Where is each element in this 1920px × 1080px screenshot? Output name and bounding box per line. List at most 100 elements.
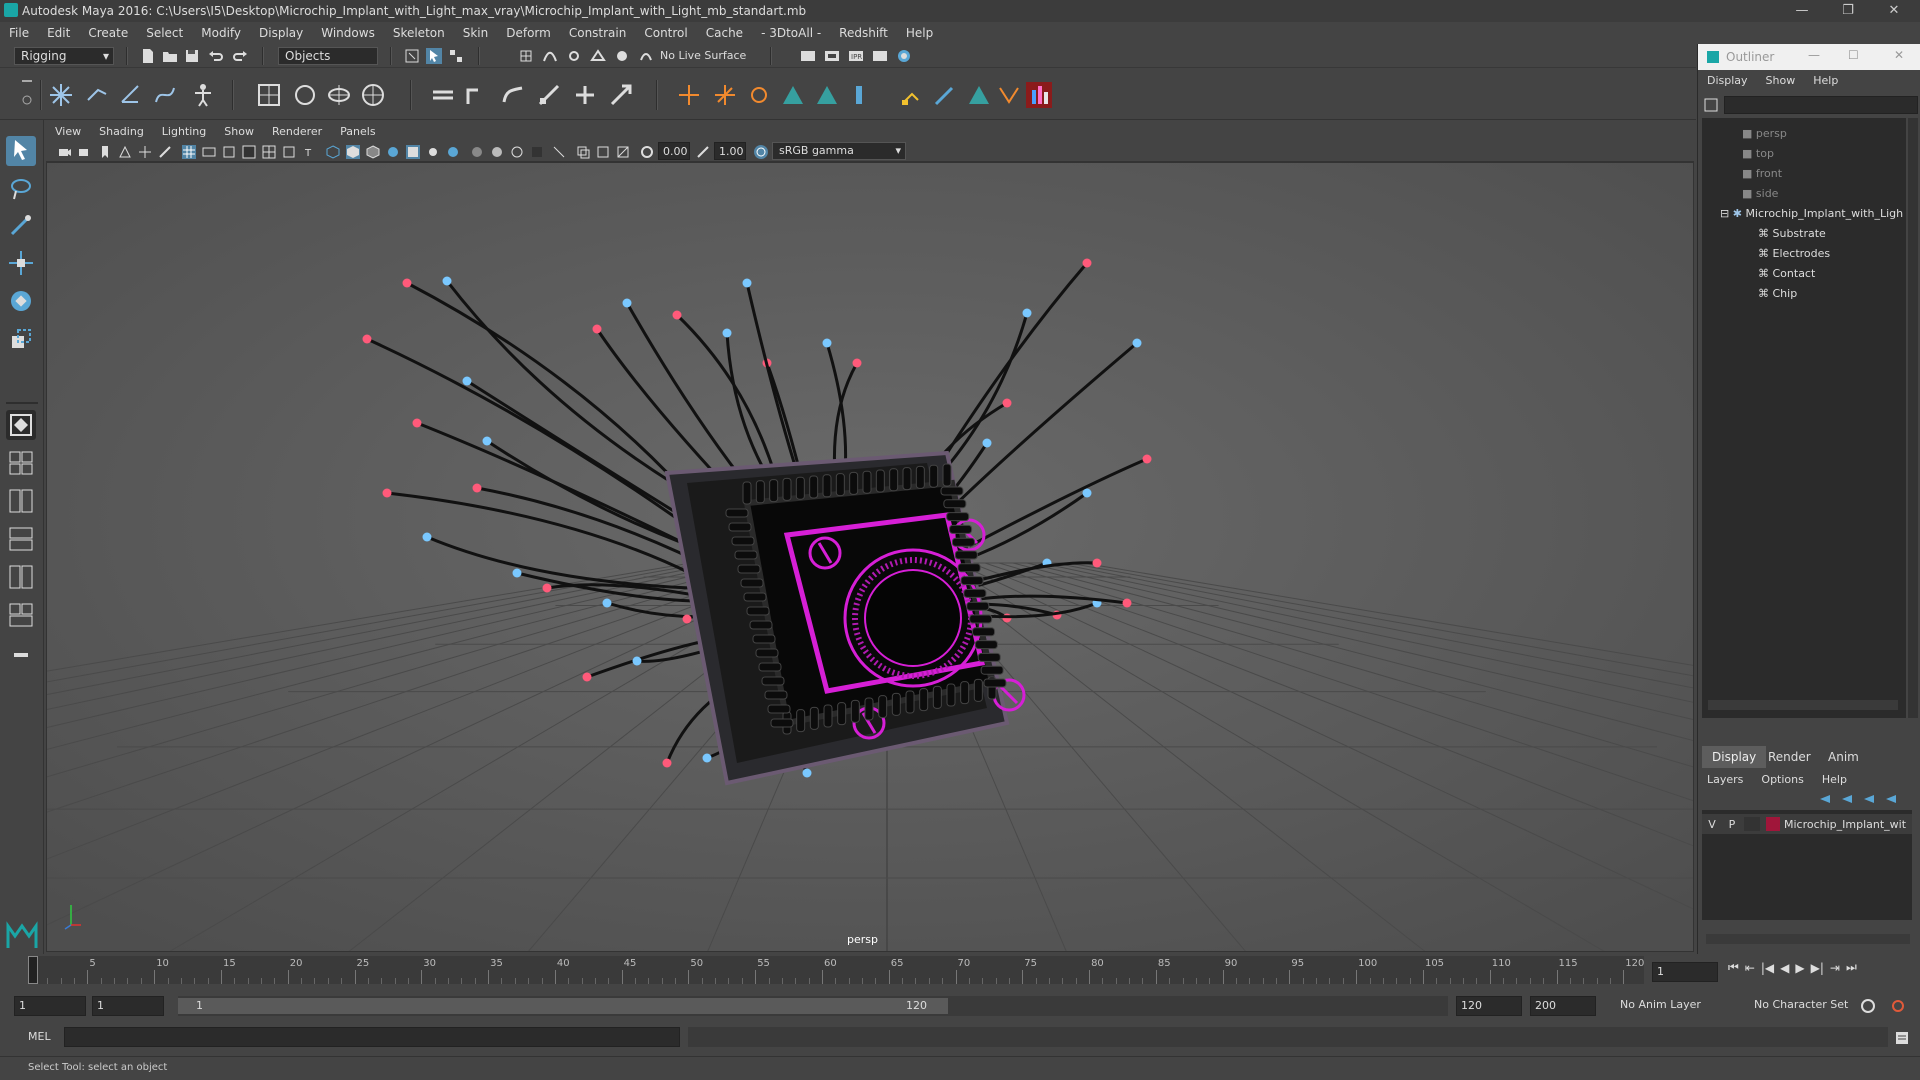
menu-modify[interactable]: Modify [192, 22, 250, 44]
set-driven-key-icon[interactable] [898, 82, 924, 108]
paint-weights-icon[interactable] [536, 82, 562, 108]
layer-menu-options[interactable]: Options [1752, 769, 1812, 791]
menu-control[interactable]: Control [635, 22, 696, 44]
ipr-render-icon[interactable]: IPR [848, 48, 864, 64]
auto-key-icon[interactable] [1860, 998, 1876, 1014]
panel-menu-lighting[interactable]: Lighting [153, 121, 215, 143]
select-object-icon[interactable] [426, 48, 442, 64]
go-to-end-icon[interactable]: ⏭ [1846, 960, 1857, 975]
move-layer-up-icon[interactable] [1818, 792, 1832, 806]
lattice-icon[interactable] [256, 82, 282, 108]
node-editor-icon[interactable] [966, 82, 992, 108]
use-all-lights-icon[interactable] [406, 145, 420, 159]
snap-grid-icon[interactable] [518, 48, 534, 64]
menu-constrain[interactable]: Constrain [560, 22, 636, 44]
gamma-field[interactable]: 1.00 [714, 142, 746, 160]
anim-layer-dropdown[interactable]: No Anim Layer [1620, 998, 1701, 1011]
smooth-shade-icon[interactable] [346, 145, 360, 159]
play-forwards-icon[interactable]: ▶ [1795, 961, 1804, 975]
ik-spline-icon[interactable] [118, 82, 144, 108]
shelf-options-icon[interactable] [20, 76, 34, 112]
parent-constraint-icon[interactable] [780, 82, 806, 108]
exposure-icon[interactable] [640, 145, 654, 159]
tab-render[interactable]: Render [1758, 746, 1821, 768]
outliner-item-microchip-group[interactable]: ⊟ ✱ Microchip_Implant_with_Ligh [1720, 204, 1903, 224]
color-management-icon[interactable] [754, 145, 768, 159]
grid-icon[interactable] [182, 145, 196, 159]
film-gate-icon[interactable] [202, 145, 216, 159]
layer-menu-help[interactable]: Help [1813, 769, 1856, 791]
panel-menu-panels[interactable]: Panels [331, 121, 384, 143]
orient-constraint-icon[interactable] [746, 82, 772, 108]
snap-curve-icon[interactable] [542, 48, 558, 64]
go-to-start-icon[interactable]: ⏮ [1728, 960, 1739, 975]
menu-display[interactable]: Display [250, 22, 312, 44]
script-editor-icon[interactable] [1894, 1030, 1910, 1046]
move-layer-down-icon[interactable] [1840, 792, 1854, 806]
render-current-icon[interactable] [824, 48, 840, 64]
xray-joints-icon[interactable] [576, 145, 590, 159]
command-input[interactable] [64, 1027, 680, 1047]
screen-space-ao-icon[interactable] [446, 145, 460, 159]
camera-icon[interactable] [58, 145, 72, 159]
persp-trax-layout-icon[interactable] [6, 562, 36, 592]
step-back-frame-icon[interactable]: |◀ [1761, 961, 1774, 975]
panel-menu-shading[interactable]: Shading [90, 121, 153, 143]
anti-aliasing-icon[interactable] [490, 145, 504, 159]
playback-start-field[interactable]: 1 [92, 996, 164, 1016]
single-perspective-layout-icon[interactable] [6, 410, 36, 440]
time-slider-track[interactable]: 5 10 15 20 25 30 35 40 45 50 55 60 65 70 75 80 85 90 95 100… [28, 956, 1644, 984]
gamma-icon[interactable] [696, 145, 710, 159]
grease-pencil-icon[interactable] [158, 145, 172, 159]
animation-preferences-icon[interactable] [1890, 998, 1906, 1014]
new-scene-icon[interactable] [140, 48, 156, 64]
outliner-item-persp[interactable]: ■ persp [1742, 124, 1787, 144]
panel-menu-show[interactable]: Show [215, 121, 263, 143]
step-forward-frame-icon[interactable]: ▶| [1811, 961, 1824, 975]
gate-mask-icon[interactable] [242, 145, 256, 159]
snap-point-icon[interactable] [566, 48, 582, 64]
panel-menu-view[interactable]: View [46, 121, 90, 143]
hypershade-icon[interactable] [896, 48, 912, 64]
xray-icon[interactable] [552, 145, 566, 159]
outliner-horizontal-scrollbar[interactable] [1708, 700, 1898, 710]
playback-end-field[interactable]: 120 [1456, 996, 1522, 1016]
tab-display[interactable]: Display [1702, 746, 1767, 768]
outliner-menu-help[interactable]: Help [1804, 70, 1847, 92]
current-time-indicator[interactable] [28, 956, 38, 984]
bookmark-icon[interactable] [98, 145, 112, 159]
make-live-icon[interactable] [638, 48, 654, 64]
safe-title-icon[interactable]: T [302, 145, 316, 159]
close-button[interactable]: ✕ [1876, 2, 1912, 20]
select-tool-icon[interactable] [6, 136, 36, 166]
persp-outliner-layout-icon[interactable] [6, 486, 36, 516]
pole-vector-icon[interactable] [814, 82, 840, 108]
animation-end-field[interactable]: 200 [1530, 996, 1596, 1016]
paint-select-icon[interactable] [6, 210, 36, 240]
menu-edit[interactable]: Edit [38, 22, 79, 44]
render-settings-icon[interactable] [872, 48, 888, 64]
layer-color-swatch[interactable] [1766, 817, 1780, 831]
layer-row[interactable]: V P Microchip_Implant_wit [1702, 814, 1912, 834]
isolate-select-icon[interactable] [530, 145, 544, 159]
collapse-icon[interactable]: ⊟ [1720, 207, 1729, 220]
panel-menu-renderer[interactable]: Renderer [263, 121, 331, 143]
render-setup-icon[interactable] [1026, 82, 1052, 108]
move-tool-icon[interactable] [6, 248, 36, 278]
render-view-icon[interactable] [800, 48, 816, 64]
lasso-tool-icon[interactable] [6, 174, 36, 204]
motion-blur-icon[interactable] [470, 145, 484, 159]
menu-redshift[interactable]: Redshift [830, 22, 897, 44]
textured-icon[interactable] [386, 145, 400, 159]
command-language-label[interactable]: MEL [28, 1030, 51, 1043]
menu-set-dropdown[interactable]: Rigging ▾ [14, 47, 114, 65]
open-scene-icon[interactable] [162, 48, 178, 64]
point-constraint-icon[interactable] [676, 82, 702, 108]
restore-button[interactable]: ❐ [1830, 2, 1866, 20]
aim-constraint-icon[interactable] [712, 82, 738, 108]
four-view-layout-icon[interactable] [6, 448, 36, 478]
menu-3dtoall[interactable]: - 3DtoAll - [752, 22, 830, 44]
menu-windows[interactable]: Windows [312, 22, 384, 44]
menu-help[interactable]: Help [897, 22, 942, 44]
animation-start-field[interactable]: 1 [14, 996, 86, 1016]
